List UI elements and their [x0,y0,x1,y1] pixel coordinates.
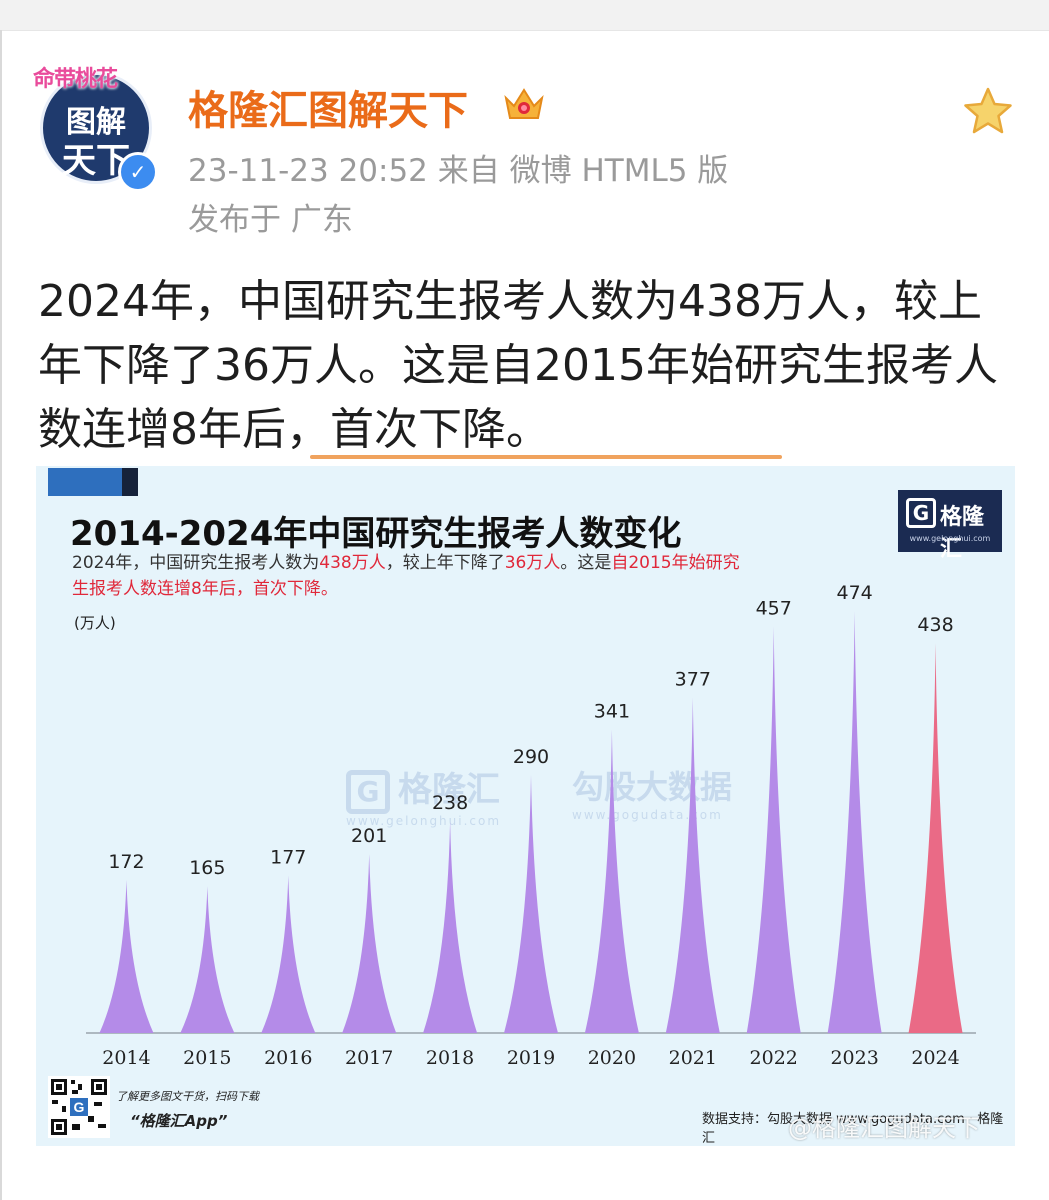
bar-2021 [665,697,720,1033]
bar-2015 [180,886,235,1033]
value-label-2015: 165 [189,857,225,879]
post-location: 发布于 广东 [188,202,353,238]
x-tick-2019: 2019 [507,1047,555,1069]
avatar-crown-text: 命带桃花 [33,67,118,92]
bar-2017 [342,854,397,1033]
bar-2023 [827,611,882,1033]
value-label-2014: 172 [108,851,144,873]
left-border [0,30,2,1200]
post-text: 2024年，中国研究生报考人数为438万人，较上年下降了36万人。这是自2015… [38,276,998,455]
verified-badge-icon: ✓ [118,152,158,192]
x-tick-2018: 2018 [426,1047,474,1069]
x-tick-2014: 2014 [102,1047,150,1069]
bar-2020 [584,729,639,1033]
qr-app-name: “格隆汇App” [130,1112,228,1130]
username[interactable]: 格隆汇图解天下 [188,78,468,136]
x-tick-2022: 2022 [750,1047,798,1069]
x-tick-2021: 2021 [669,1047,717,1069]
x-tick-2015: 2015 [183,1047,231,1069]
bar-2019 [504,774,558,1033]
value-label-2016: 177 [270,846,306,868]
vip-crown-icon [504,88,544,119]
qr-caption: 了解更多图文干货，扫码下载 [116,1090,259,1103]
value-label-2023: 474 [837,582,873,604]
svg-text:G: G [74,1099,85,1115]
x-tick-2023: 2023 [830,1047,878,1069]
value-label-2020: 341 [594,701,630,723]
bar-2022 [746,626,801,1033]
x-tick-2017: 2017 [345,1047,393,1069]
value-label-2021: 377 [675,668,711,690]
chart-card[interactable]: 2014-2024年中国研究生报考人数变化 2024年，中国研究生报考人数为43… [36,466,1015,1146]
value-label-2022: 457 [756,597,792,619]
x-tick-2020: 2020 [588,1047,636,1069]
value-label-2024: 438 [917,614,953,636]
bar-2016 [261,875,316,1033]
x-tick-2016: 2016 [264,1047,312,1069]
favorite-star-icon[interactable] [962,86,1014,136]
value-label-2019: 290 [513,746,549,768]
bar-2014 [99,879,154,1033]
x-tick-2024: 2024 [911,1047,959,1069]
text-underline [310,455,782,459]
chart-svg: 172 2014 165 2015 177 2016 201 2017 238 2018 290 20… [86,582,976,1069]
value-label-2018: 238 [432,792,468,814]
status-bar [0,0,1049,31]
bar-2024 [908,643,963,1033]
bar-2018 [423,821,478,1033]
post-meta: 23-11-23 20:52 来自 微博 HTML5 版 [188,153,729,189]
weibo-watermark: @格隆汇图解天下 [788,1114,980,1142]
value-label-2017: 201 [351,825,387,847]
qr-code[interactable]: G [48,1076,110,1138]
